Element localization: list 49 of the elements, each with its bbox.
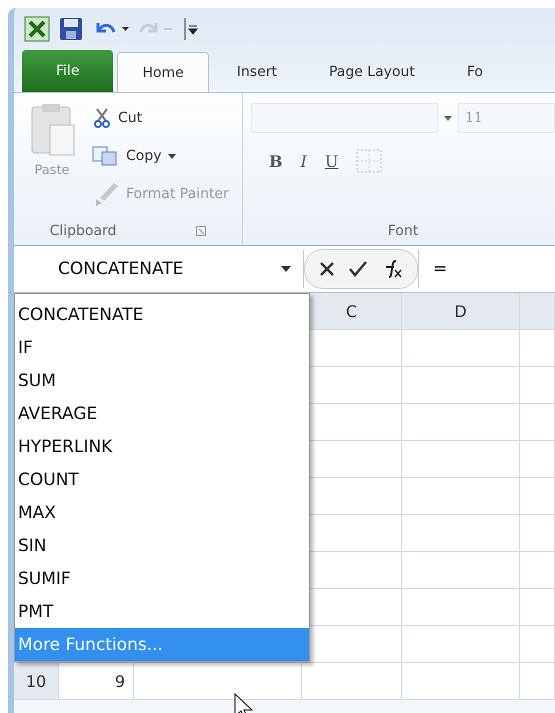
- ribbon-tab[interactable]: Page Layout: [304, 52, 439, 92]
- copy-button[interactable]: Copy: [92, 141, 229, 171]
- group-label: Clipboard: [50, 223, 116, 239]
- function-list-item[interactable]: SUM: [15, 364, 309, 397]
- cut-button[interactable]: Cut: [92, 103, 229, 133]
- cancel-icon[interactable]: [319, 261, 335, 277]
- function-list-item[interactable]: PMT: [15, 595, 309, 628]
- ribbon-tab[interactable]: Home: [117, 52, 209, 92]
- function-list-item[interactable]: MAX: [15, 496, 309, 529]
- ribbon-tab[interactable]: Insert: [212, 52, 301, 92]
- font-name-field[interactable]: [251, 103, 438, 133]
- group-label: Font: [388, 223, 418, 239]
- function-list-item[interactable]: SUMIF: [15, 562, 309, 595]
- dropdown-caret-icon: [168, 154, 176, 158]
- dialog-launcher-icon[interactable]: [196, 226, 206, 236]
- scissors-icon: [92, 108, 112, 128]
- function-list-item[interactable]: SIN: [15, 529, 309, 562]
- dropdown-caret-icon: [281, 266, 291, 272]
- italic-button[interactable]: I: [300, 152, 307, 170]
- table-cell: [520, 589, 555, 626]
- mouse-pointer-icon: [234, 693, 254, 713]
- function-list-item[interactable]: COUNT: [15, 463, 309, 496]
- dropdown-caret-icon: [444, 116, 452, 120]
- table-cell: [520, 626, 555, 663]
- name-box[interactable]: CONCATENATE: [14, 250, 304, 288]
- checkmark-icon[interactable]: [349, 261, 367, 277]
- function-list-item[interactable]: AVERAGE: [15, 397, 309, 430]
- customize-toolbar-icon[interactable]: [184, 18, 198, 40]
- table-cell: [520, 404, 555, 441]
- bold-button[interactable]: B: [269, 152, 283, 170]
- column-header[interactable]: D: [402, 293, 520, 330]
- function-list-item[interactable]: IF: [15, 331, 309, 364]
- row-header[interactable]: 10: [14, 663, 59, 700]
- function-list-item[interactable]: CONCATENATE: [15, 298, 309, 331]
- table-cell: [520, 330, 555, 367]
- table-cell: [520, 552, 555, 589]
- table-cell: [520, 478, 555, 515]
- table-cell: [520, 441, 555, 478]
- table-cell: [520, 663, 555, 700]
- table-cell: [520, 515, 555, 552]
- ribbon-tab[interactable]: File: [22, 50, 114, 92]
- save-icon[interactable]: [58, 16, 84, 42]
- table-cell: [520, 367, 555, 404]
- function-list-item[interactable]: HYPERLINK: [15, 430, 309, 463]
- table-cell: 9: [59, 663, 134, 700]
- ribbon-tab[interactable]: Fo: [442, 52, 507, 92]
- underline-button[interactable]: U: [324, 152, 338, 170]
- formula-text[interactable]: =: [418, 250, 448, 288]
- spreadsheet-app-icon: [24, 16, 50, 42]
